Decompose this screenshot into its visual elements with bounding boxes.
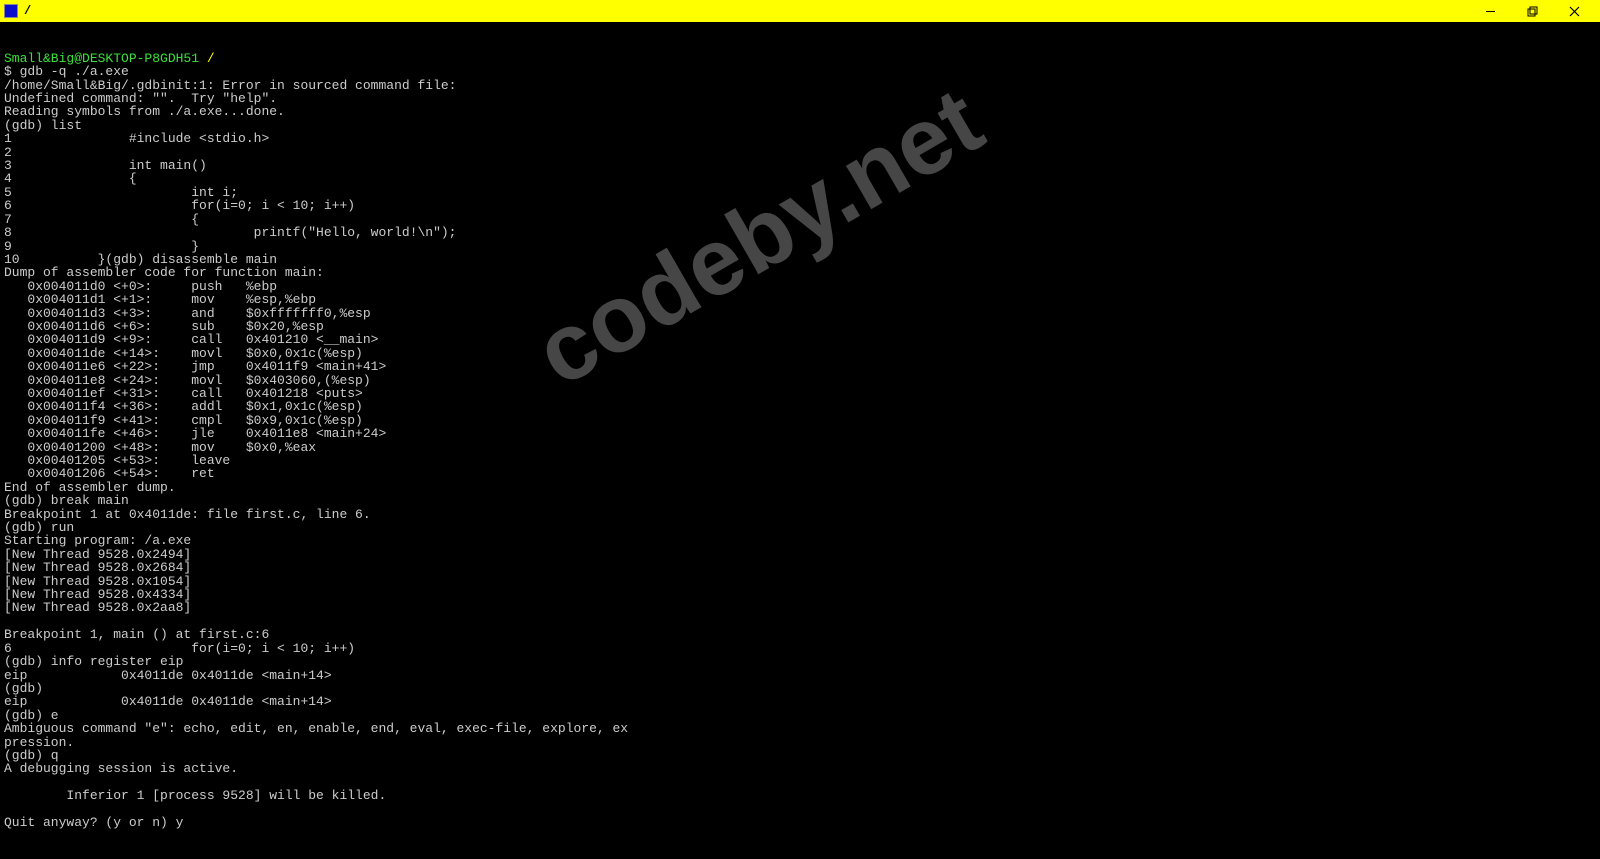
window-title: / — [24, 4, 1478, 18]
terminal-line: eip 0x4011de 0x4011de <main+14> — [4, 695, 1596, 708]
terminal-line: 0x004011e8 <+24>: movl $0x403060,(%esp) — [4, 374, 1596, 387]
terminal-line: 8 printf("Hello, world!\n"); — [4, 226, 1596, 239]
terminal-line: 0x004011ef <+31>: call 0x401218 <puts> — [4, 387, 1596, 400]
terminal-line: (gdb) info register eip — [4, 655, 1596, 668]
terminal-line: eip 0x4011de 0x4011de <main+14> — [4, 669, 1596, 682]
terminal-line: [New Thread 9528.0x2684] — [4, 561, 1596, 574]
terminal-line: Starting program: /a.exe — [4, 534, 1596, 547]
terminal-line: 2 — [4, 146, 1596, 159]
terminal-line: $ gdb -q ./a.exe — [4, 65, 1596, 78]
terminal[interactable]: codeby.net Small&Big@DESKTOP-P8GDH51 /$ … — [0, 22, 1600, 859]
terminal-line: 0x00401200 <+48>: mov $0x0,%eax — [4, 441, 1596, 454]
terminal-line: pression. — [4, 736, 1596, 749]
window-controls — [1478, 0, 1586, 22]
terminal-line: [New Thread 9528.0x1054] — [4, 575, 1596, 588]
window-titlebar: / — [0, 0, 1600, 22]
terminal-line: 0x004011d0 <+0>: push %ebp — [4, 280, 1596, 293]
minimize-button[interactable] — [1478, 0, 1502, 22]
terminal-line: (gdb) e — [4, 709, 1596, 722]
terminal-line — [4, 803, 1596, 816]
terminal-line: Dump of assembler code for function main… — [4, 266, 1596, 279]
terminal-line: 0x004011de <+14>: movl $0x0,0x1c(%esp) — [4, 347, 1596, 360]
prompt-cwd: / — [207, 51, 215, 66]
terminal-line: Inferior 1 [process 9528] will be killed… — [4, 789, 1596, 802]
terminal-line: 0x004011d3 <+3>: and $0xfffffff0,%esp — [4, 307, 1596, 320]
terminal-line: /home/Small&Big/.gdbinit:1: Error in sou… — [4, 79, 1596, 92]
terminal-line: 5 int i; — [4, 186, 1596, 199]
terminal-line: 0x004011f4 <+36>: addl $0x1,0x1c(%esp) — [4, 400, 1596, 413]
terminal-line: End of assembler dump. — [4, 481, 1596, 494]
terminal-line: 0x00401206 <+54>: ret — [4, 467, 1596, 480]
close-button[interactable] — [1562, 0, 1586, 22]
terminal-line: 0x00401205 <+53>: leave — [4, 454, 1596, 467]
terminal-line: [New Thread 9528.0x2494] — [4, 548, 1596, 561]
terminal-line: (gdb) run — [4, 521, 1596, 534]
terminal-line: 0x004011e6 <+22>: jmp 0x4011f9 <main+41> — [4, 360, 1596, 373]
terminal-line: 0x004011fe <+46>: jle 0x4011e8 <main+24> — [4, 427, 1596, 440]
terminal-line — [4, 615, 1596, 628]
terminal-line: Undefined command: "". Try "help". — [4, 92, 1596, 105]
terminal-line: 7 { — [4, 213, 1596, 226]
terminal-line: 3 int main() — [4, 159, 1596, 172]
terminal-line: Breakpoint 1 at 0x4011de: file first.c, … — [4, 508, 1596, 521]
terminal-line: 0x004011d1 <+1>: mov %esp,%ebp — [4, 293, 1596, 306]
terminal-line: (gdb) break main — [4, 494, 1596, 507]
terminal-line: (gdb) list — [4, 119, 1596, 132]
terminal-line: Ambiguous command "e": echo, edit, en, e… — [4, 722, 1596, 735]
terminal-line: 4 { — [4, 172, 1596, 185]
terminal-line: (gdb) — [4, 682, 1596, 695]
terminal-line: 6 for(i=0; i < 10; i++) — [4, 642, 1596, 655]
terminal-line: [New Thread 9528.0x4334] — [4, 588, 1596, 601]
terminal-line: 9 } — [4, 240, 1596, 253]
terminal-line: (gdb) q — [4, 749, 1596, 762]
terminal-line: 6 for(i=0; i < 10; i++) — [4, 199, 1596, 212]
terminal-line: 0x004011d6 <+6>: sub $0x20,%esp — [4, 320, 1596, 333]
terminal-line: Quit anyway? (y or n) y — [4, 816, 1596, 829]
terminal-line — [4, 776, 1596, 789]
terminal-line: [New Thread 9528.0x2aa8] — [4, 601, 1596, 614]
terminal-line: Breakpoint 1, main () at first.c:6 — [4, 628, 1596, 641]
terminal-line: 1 #include <stdio.h> — [4, 132, 1596, 145]
terminal-line: A debugging session is active. — [4, 762, 1596, 775]
terminal-line: 0x004011f9 <+41>: cmpl $0x9,0x1c(%esp) — [4, 414, 1596, 427]
shell-prompt: Small&Big@DESKTOP-P8GDH51 / — [4, 52, 1596, 65]
terminal-line: 0x004011d9 <+9>: call 0x401210 <__main> — [4, 333, 1596, 346]
terminal-line: Reading symbols from ./a.exe...done. — [4, 105, 1596, 118]
maximize-button[interactable] — [1520, 0, 1544, 22]
terminal-icon — [4, 4, 18, 18]
terminal-line: 10 }(gdb) disassemble main — [4, 253, 1596, 266]
